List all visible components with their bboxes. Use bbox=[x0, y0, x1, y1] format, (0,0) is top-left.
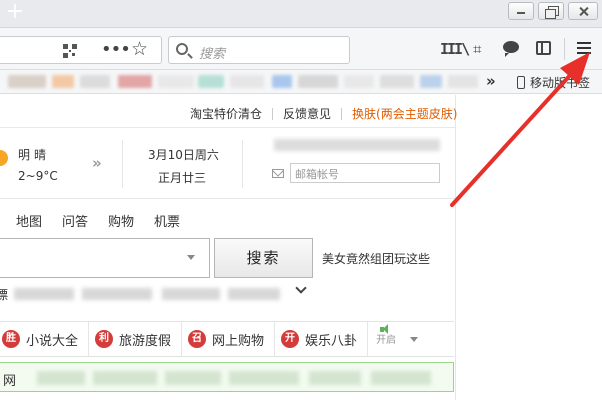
blurred-hot-word[interactable] bbox=[162, 288, 220, 300]
mobile-bookmarks-link[interactable]: 移动版书签 bbox=[530, 74, 590, 91]
email-account-field[interactable]: 邮箱帐号 bbox=[290, 163, 440, 183]
bookmarks-toolbar: » 移动版书签 bbox=[0, 70, 602, 94]
qr-code-icon[interactable] bbox=[63, 44, 77, 58]
blurred-hot-word[interactable] bbox=[14, 288, 74, 300]
divider bbox=[0, 198, 456, 199]
blurred-hot-word[interactable] bbox=[82, 288, 152, 300]
chevron-down-icon bbox=[410, 336, 419, 342]
blurred-site-link[interactable] bbox=[229, 371, 299, 385]
library-icon[interactable]: III\ bbox=[440, 40, 470, 58]
category-dropdown[interactable] bbox=[404, 322, 424, 356]
mobile-icon bbox=[517, 76, 525, 89]
title-bar: + bbox=[0, 0, 602, 28]
search-button[interactable]: 搜索 bbox=[214, 238, 313, 278]
divider bbox=[122, 140, 123, 188]
category-travel[interactable]: 利 旅游度假 bbox=[89, 322, 183, 356]
close-button[interactable] bbox=[568, 2, 598, 20]
blurred-bookmark[interactable] bbox=[420, 75, 442, 88]
page-actions-icon[interactable]: ••• bbox=[101, 39, 131, 60]
web-search-input[interactable] bbox=[0, 238, 210, 278]
blurred-bookmark[interactable] bbox=[298, 75, 338, 88]
blurred-bookmark[interactable] bbox=[52, 75, 74, 88]
minimize-button[interactable] bbox=[508, 2, 534, 20]
sound-toggle-label: 开启 bbox=[376, 335, 397, 346]
search-placeholder: 搜索 bbox=[199, 47, 226, 62]
screenshot-crop-icon[interactable]: ⌗ bbox=[473, 40, 481, 58]
top-link-feedback[interactable]: 反馈意见 bbox=[273, 105, 341, 122]
hot-row-prefix: 漂 bbox=[0, 288, 9, 302]
weather-more-icon[interactable]: » bbox=[92, 154, 102, 172]
hot-search-link[interactable]: 美女竟然组团玩这些 bbox=[322, 250, 430, 267]
category-label: 小说大全 bbox=[26, 333, 79, 349]
new-tab-button[interactable]: + bbox=[4, 1, 26, 24]
divider bbox=[0, 127, 456, 128]
blurred-bookmark[interactable] bbox=[158, 75, 194, 88]
sound-toggle[interactable]: 开启 bbox=[368, 322, 404, 356]
top-links: 淘宝特价清仓 反馈意见 换肤(两会主题皮肤) bbox=[180, 105, 467, 122]
category-shopping[interactable]: 召 网上购物 bbox=[182, 322, 276, 356]
tab-map[interactable]: 地图 bbox=[16, 211, 42, 230]
solar-date[interactable]: 3月10日周六 bbox=[148, 146, 219, 163]
window-controls bbox=[508, 2, 598, 20]
tab-shopping[interactable]: 购物 bbox=[108, 211, 134, 230]
category-bar: 胜 小说大全 利 旅游度假 召 网上购物 开 娱乐八卦 开启 bbox=[0, 321, 454, 357]
bookmarks-overflow-icon[interactable]: » bbox=[486, 72, 496, 90]
blurred-hot-word[interactable] bbox=[228, 288, 280, 300]
chevron-down-icon[interactable] bbox=[187, 255, 195, 260]
blurred-bookmark[interactable] bbox=[344, 75, 374, 88]
tab-qa[interactable]: 问答 bbox=[62, 211, 88, 230]
category-entertainment[interactable]: 开 娱乐八卦 bbox=[275, 322, 369, 356]
hamburger-menu-icon[interactable] bbox=[577, 42, 591, 54]
divider bbox=[242, 140, 243, 188]
blurred-bookmark[interactable] bbox=[8, 75, 46, 88]
chat-icon[interactable] bbox=[503, 41, 519, 57]
restore-button[interactable] bbox=[538, 2, 564, 20]
lunar-date[interactable]: 正月廿三 bbox=[158, 169, 206, 186]
category-badge-icon: 开 bbox=[281, 330, 300, 348]
mail-icon bbox=[272, 169, 284, 178]
blurred-bookmark[interactable] bbox=[230, 75, 264, 88]
toolbar-divider bbox=[564, 38, 565, 60]
weather-temperature[interactable]: 2~9°C bbox=[18, 169, 58, 183]
search-icon bbox=[176, 43, 188, 55]
blurred-site-link[interactable] bbox=[371, 371, 431, 385]
bookmark-star-icon[interactable]: ☆ bbox=[131, 38, 148, 60]
category-badge-icon: 胜 bbox=[2, 330, 20, 348]
blurred-site-link[interactable] bbox=[93, 371, 157, 385]
navigation-toolbar: ••• ☆ 搜索 III\ ⌗ bbox=[0, 28, 602, 70]
site-nav-prefix: 网 bbox=[3, 374, 17, 389]
category-novels[interactable]: 胜 小说大全 bbox=[0, 322, 90, 356]
category-label: 网上购物 bbox=[212, 333, 265, 349]
blurred-account-info bbox=[274, 139, 440, 151]
weather-condition[interactable]: 明晴 bbox=[18, 146, 50, 163]
blurred-bookmark[interactable] bbox=[380, 75, 414, 88]
blurred-bookmark[interactable] bbox=[272, 75, 292, 88]
top-link-skin[interactable]: 换肤(两会主题皮肤) bbox=[342, 105, 467, 122]
category-label: 娱乐八卦 bbox=[305, 333, 358, 349]
search-category-tabs: 地图 问答 购物 机票 bbox=[16, 211, 180, 230]
sidebar-toggle-icon[interactable] bbox=[536, 41, 551, 55]
blurred-site-link[interactable] bbox=[309, 371, 361, 385]
web-page: 淘宝特价清仓 反馈意见 换肤(两会主题皮肤) 明晴 2~9°C » 3月10日周… bbox=[0, 95, 602, 400]
blurred-bookmark[interactable] bbox=[448, 75, 478, 88]
category-badge-icon: 召 bbox=[188, 330, 207, 348]
search-box[interactable]: 搜索 bbox=[168, 36, 350, 64]
blurred-site-link[interactable] bbox=[165, 371, 221, 385]
blurred-bookmark[interactable] bbox=[118, 75, 152, 88]
site-nav-row: 网 bbox=[0, 362, 454, 392]
blurred-bookmark[interactable] bbox=[198, 75, 224, 88]
blurred-bookmark[interactable] bbox=[80, 75, 110, 88]
blurred-site-link[interactable] bbox=[37, 371, 85, 385]
tab-flights[interactable]: 机票 bbox=[154, 211, 180, 230]
speaker-icon bbox=[380, 324, 392, 335]
url-bar[interactable]: ••• ☆ bbox=[0, 36, 162, 64]
category-badge-icon: 利 bbox=[95, 330, 114, 348]
category-label: 旅游度假 bbox=[119, 333, 172, 349]
top-link-clearance[interactable]: 淘宝特价清仓 bbox=[180, 105, 272, 122]
